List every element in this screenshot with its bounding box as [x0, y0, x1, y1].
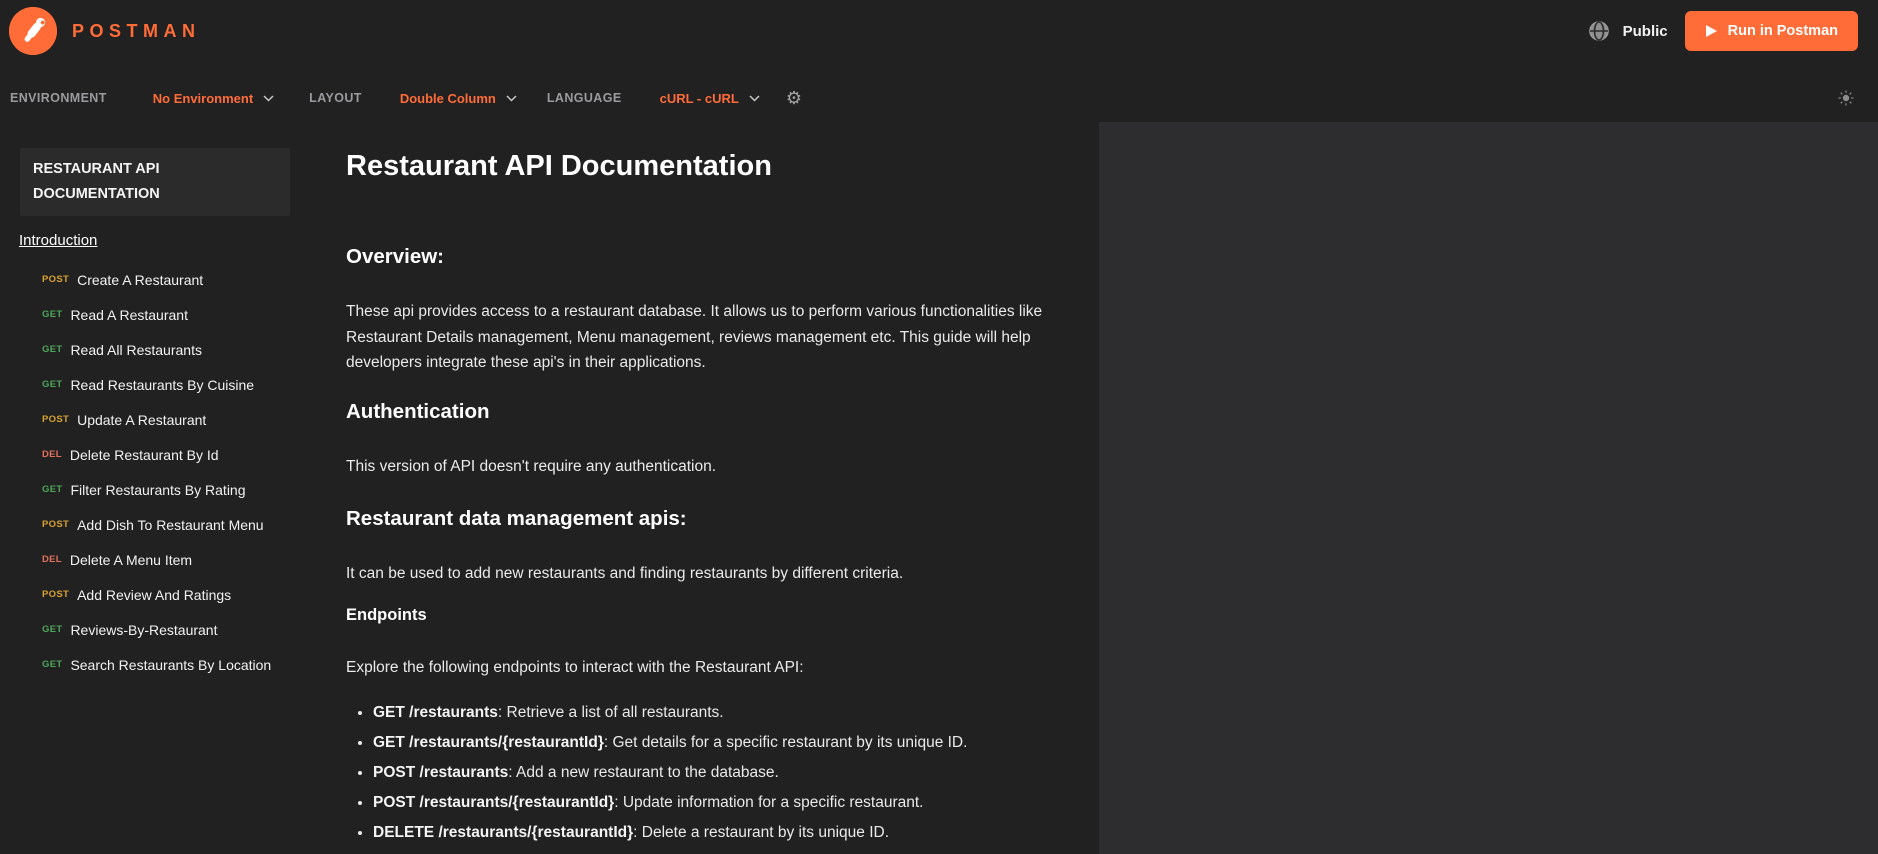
header-actions: Public Run in Postman: [1587, 11, 1858, 51]
sidebar-item-add-dish-to-restaurant-menu[interactable]: POST Add Dish To Restaurant Menu: [0, 507, 330, 542]
sidebar-item-read-a-restaurant[interactable]: GET Read A Restaurant: [0, 297, 330, 332]
endpoint-desc: : Retrieve a list of all restaurants.: [497, 704, 724, 721]
request-label: Search Restaurants By Location: [70, 656, 272, 673]
endpoint-item: GET /restaurants/{restaurantId}: Get det…: [373, 730, 1099, 756]
theme-toggle-sun-icon[interactable]: [1838, 90, 1854, 106]
collection-title[interactable]: RESTAURANT API DOCUMENTATION: [20, 148, 290, 216]
overview-heading: Overview:: [346, 245, 444, 268]
request-label: Update A Restaurant: [77, 411, 207, 428]
endpoints-list: GET /restaurants: Retrieve a list of all…: [346, 700, 1099, 846]
request-label: Read Restaurants By Cuisine: [70, 376, 255, 393]
overview-body: These api provides access to a restauran…: [346, 303, 1043, 371]
endpoint-desc: : Update information for a specific rest…: [614, 794, 924, 811]
sidebar-item-add-review-and-ratings[interactable]: POST Add Review And Ratings: [0, 577, 330, 612]
management-body: It can be used to add new restaurants an…: [346, 565, 904, 582]
sidebar-item-create-a-restaurant[interactable]: POST Create A Restaurant: [0, 262, 330, 297]
endpoint-desc: : Delete a restaurant by its unique ID.: [633, 824, 890, 841]
method-badge: DEL: [42, 449, 62, 460]
run-in-postman-button[interactable]: Run in Postman: [1684, 11, 1858, 51]
request-label: Add Dish To Restaurant Menu: [77, 516, 264, 533]
request-label: Read A Restaurant: [70, 306, 188, 323]
request-label: Add Review And Ratings: [77, 586, 232, 603]
globe-icon: [1587, 19, 1611, 43]
environment-value: No Environment: [152, 90, 254, 106]
authentication-body: This version of API doesn't require any …: [346, 457, 717, 475]
layout-value: Double Column: [399, 90, 496, 106]
endpoint-item: POST /restaurants/{restaurantId}: Update…: [373, 790, 1099, 816]
request-label: Filter Restaurants By Rating: [70, 481, 246, 498]
endpoint-desc: : Add a new restaurant to the database.: [508, 764, 779, 781]
endpoint-desc: : Get details for a specific restaurant …: [603, 734, 968, 751]
sidebar-item-delete-a-menu-item[interactable]: DEL Delete A Menu Item: [0, 542, 330, 577]
chevron-down-icon: [506, 94, 517, 102]
endpoint-item: DELETE /restaurants/{restaurantId}: Dele…: [373, 820, 1099, 846]
sidebar-item-introduction[interactable]: Introduction: [19, 232, 97, 249]
layout-selector[interactable]: Double Column: [400, 91, 517, 106]
visibility-label: Public: [1622, 22, 1668, 40]
environment-label: ENVIRONMENT: [10, 91, 107, 105]
sidebar-item-update-a-restaurant[interactable]: POST Update A Restaurant: [0, 402, 330, 437]
chevron-down-icon: [749, 94, 760, 102]
docs-toolbar: ENVIRONMENT No Environment LAYOUT Double…: [0, 62, 1878, 120]
endpoints-intro: Explore the following endpoints to inter…: [346, 658, 804, 676]
endpoint-code: DELETE /restaurants/{restaurantId}: [373, 824, 634, 841]
play-icon: [1705, 24, 1718, 38]
language-value: cURL - cURL: [659, 90, 739, 106]
request-label: Delete Restaurant By Id: [69, 446, 219, 463]
management-heading: Restaurant data management apis:: [346, 507, 687, 530]
sidebar: RESTAURANT API DOCUMENTATION Introductio…: [0, 120, 330, 854]
sidebar-item-reviews-by-restaurant[interactable]: GET Reviews-By-Restaurant: [0, 612, 330, 647]
method-badge: GET: [42, 624, 63, 635]
endpoint-item: POST /restaurants: Add a new restaurant …: [373, 760, 1099, 786]
request-label: Create A Restaurant: [77, 271, 204, 288]
environment-selector[interactable]: No Environment: [153, 91, 274, 106]
method-badge: GET: [42, 659, 63, 670]
run-button-label: Run in Postman: [1727, 23, 1838, 39]
sidebar-item-delete-restaurant-by-id[interactable]: DEL Delete Restaurant By Id: [0, 437, 330, 472]
language-label: LANGUAGE: [546, 91, 622, 105]
method-badge: POST: [42, 519, 70, 530]
page-title: Restaurant API Documentation: [346, 150, 772, 182]
method-badge: DEL: [42, 554, 62, 565]
sidebar-item-search-restaurants-by-location[interactable]: GET Search Restaurants By Location: [0, 647, 330, 682]
method-badge: GET: [42, 344, 63, 355]
method-badge: GET: [42, 379, 63, 390]
settings-gear-icon[interactable]: ⚙: [786, 89, 802, 107]
postman-logo[interactable]: [9, 7, 57, 55]
endpoint-code: GET /restaurants/{restaurantId}: [373, 734, 604, 751]
request-label: Reviews-By-Restaurant: [70, 621, 218, 638]
brand-wordmark: POSTMAN: [72, 20, 201, 41]
method-badge: POST: [42, 274, 70, 285]
doc-main: Restaurant API Documentation Overview: T…: [330, 120, 1099, 854]
top-header: POSTMAN Public Run in Postman: [0, 0, 1878, 62]
method-badge: GET: [42, 309, 63, 320]
endpoints-heading: Endpoints: [346, 605, 427, 624]
sidebar-item-read-restaurants-by-cuisine[interactable]: GET Read Restaurants By Cuisine: [0, 367, 330, 402]
code-column: [1099, 122, 1878, 854]
request-list: POST Create A Restaurant GET Read A Rest…: [0, 262, 330, 682]
sidebar-item-read-all-restaurants[interactable]: GET Read All Restaurants: [0, 332, 330, 367]
postman-astronaut-icon: [9, 7, 57, 55]
authentication-heading: Authentication: [346, 399, 490, 423]
endpoint-code: POST /restaurants/{restaurantId}: [373, 794, 615, 811]
method-badge: GET: [42, 484, 63, 495]
endpoint-code: GET /restaurants: [373, 704, 498, 721]
layout-label: LAYOUT: [309, 91, 362, 105]
language-selector[interactable]: cURL - cURL: [660, 91, 760, 106]
request-label: Delete A Menu Item: [69, 551, 193, 568]
sidebar-item-filter-restaurants-by-rating[interactable]: GET Filter Restaurants By Rating: [0, 472, 330, 507]
chevron-down-icon: [263, 94, 274, 102]
method-badge: POST: [42, 589, 70, 600]
content-area: RESTAURANT API DOCUMENTATION Introductio…: [0, 120, 1878, 854]
endpoint-code: POST /restaurants: [373, 764, 509, 781]
endpoint-item: GET /restaurants: Retrieve a list of all…: [373, 700, 1099, 726]
method-badge: POST: [42, 414, 70, 425]
request-label: Read All Restaurants: [70, 341, 202, 358]
